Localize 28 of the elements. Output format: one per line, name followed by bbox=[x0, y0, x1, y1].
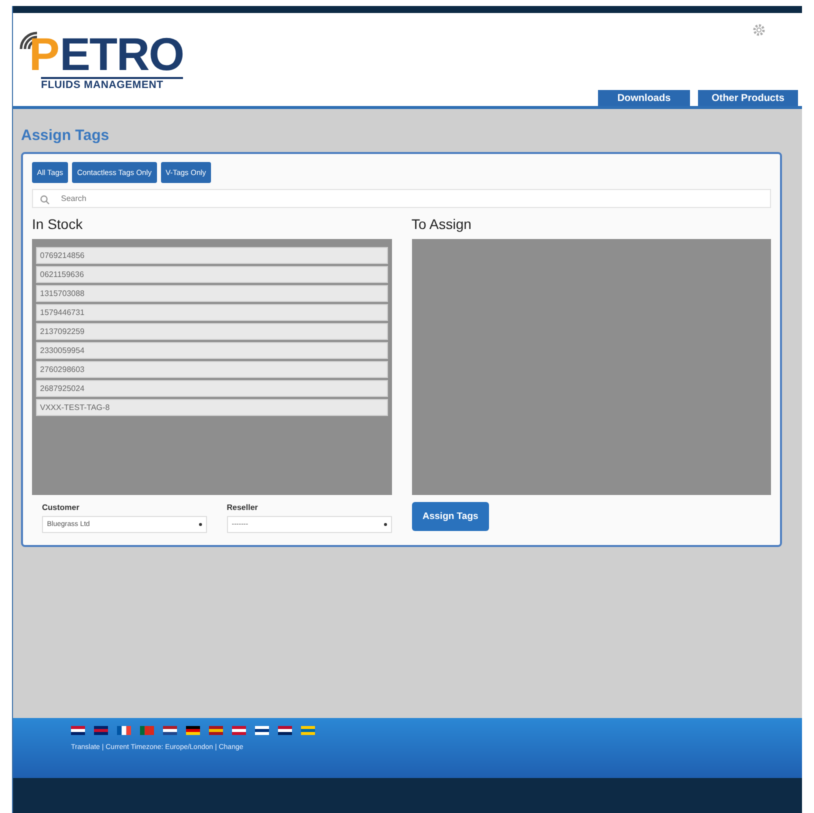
flag-icon[interactable] bbox=[71, 726, 85, 735]
flag-icon[interactable] bbox=[278, 726, 292, 735]
tag-item[interactable]: 2137092259 bbox=[36, 323, 388, 340]
tag-item[interactable]: 1579446731 bbox=[36, 304, 388, 321]
field-label: Customer bbox=[42, 503, 80, 512]
field-label: Reseller bbox=[226, 503, 259, 512]
tag-item[interactable]: 1315703088 bbox=[36, 285, 388, 302]
logo-tagline: FLUIDS MANAGEMENT bbox=[41, 77, 184, 91]
tag-item[interactable]: 0621159636 bbox=[36, 266, 388, 283]
tag-item[interactable]: 2760298603 bbox=[36, 361, 388, 378]
search-icon bbox=[40, 195, 50, 205]
page-title: Assign Tags bbox=[21, 127, 110, 144]
flag-icon[interactable] bbox=[255, 726, 269, 735]
nav-tab[interactable]: Downloads bbox=[598, 90, 690, 106]
logo-name: ETRO bbox=[60, 31, 184, 77]
list-title: In Stock bbox=[32, 216, 84, 232]
list-title: To Assign bbox=[412, 216, 472, 232]
assign-button[interactable]: Assign Tags bbox=[412, 502, 490, 531]
flag-icon[interactable] bbox=[117, 726, 131, 735]
search-field[interactable]: Search bbox=[32, 189, 771, 208]
nav-tab[interactable]: Other Products bbox=[698, 90, 798, 106]
tag-item[interactable]: 2687925024 bbox=[36, 380, 388, 397]
flag-icon[interactable] bbox=[163, 726, 177, 735]
tag-item[interactable]: 2330059954 bbox=[36, 342, 388, 359]
logo-letter: P bbox=[29, 31, 60, 77]
flag-icon[interactable] bbox=[186, 726, 200, 735]
tag-item[interactable]: 0769214856 bbox=[36, 247, 388, 264]
tag-item[interactable]: VXXX-TEST-TAG-8 bbox=[36, 399, 388, 416]
